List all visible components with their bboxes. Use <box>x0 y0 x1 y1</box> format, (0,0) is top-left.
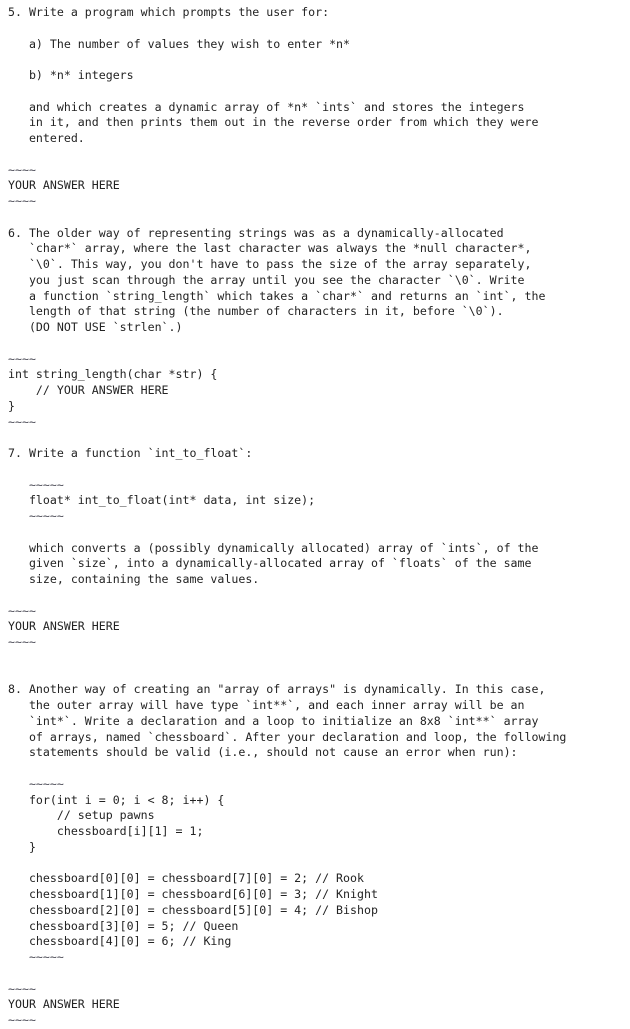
question-7-signature: float* int_to_float(int* data, int size)… <box>8 493 316 508</box>
question-5-fence-open: ~~~~ <box>8 162 36 177</box>
question-7: 7. Write a function `int_to_float`: ~~~~… <box>8 446 630 651</box>
question-6-answer-code[interactable]: int string_length(char *str) { // YOUR A… <box>8 367 630 414</box>
question-8: 8. Another way of creating an "array of … <box>8 682 630 1029</box>
question-8-example-code: for(int i = 0; i < 8; i++) { // setup pa… <box>28 792 378 949</box>
document-body: 5. Write a program which prompts the use… <box>0 0 630 1029</box>
question-6: 6. The older way of representing strings… <box>8 226 630 431</box>
question-7-fence-close: ~~~~ <box>8 635 36 649</box>
question-8-fence-close: ~~~~ <box>8 1013 36 1027</box>
question-6-prompt: 6. The older way of representing strings… <box>8 225 546 335</box>
question-7-description: which converts a (possibly dynamically a… <box>28 540 539 587</box>
document-page: 5. Write a program which prompts the use… <box>0 0 630 1027</box>
question-7-signature-fence-open: ~~~~~ <box>8 477 64 492</box>
question-8-fence-open: ~~~~ <box>8 981 36 996</box>
question-5-prompt: 5. Write a program which prompts the use… <box>8 5 539 145</box>
question-6-fence-open: ~~~~ <box>8 351 36 366</box>
question-6-fence-close: ~~~~ <box>8 414 36 429</box>
question-8-answer-placeholder[interactable]: YOUR ANSWER HERE <box>8 997 630 1013</box>
question-5-answer-placeholder[interactable]: YOUR ANSWER HERE <box>8 178 630 194</box>
question-8-prompt: 8. Another way of creating an "array of … <box>8 682 567 760</box>
question-5-fence-close: ~~~~ <box>8 194 36 208</box>
question-7-signature-fence-close: ~~~~~ <box>8 509 64 523</box>
question-7-fence-open: ~~~~ <box>8 603 36 618</box>
question-7-prompt: 7. Write a function `int_to_float`: <box>8 446 253 460</box>
question-8-example-fence-open: ~~~~~ <box>8 776 64 791</box>
question-5: 5. Write a program which prompts the use… <box>8 5 630 210</box>
question-8-example-fence-close: ~~~~~ <box>8 950 64 964</box>
question-7-answer-placeholder[interactable]: YOUR ANSWER HERE <box>8 619 630 635</box>
